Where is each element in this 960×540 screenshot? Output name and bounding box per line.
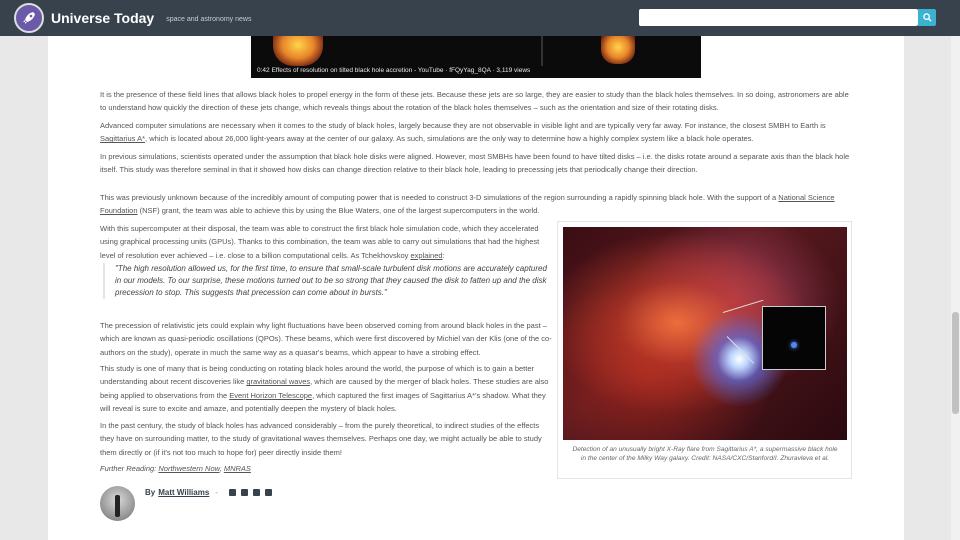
- paragraph-text: Advanced computer simulations are necess…: [100, 121, 826, 130]
- rocket-icon: [23, 12, 35, 24]
- page-scrollbar[interactable]: [951, 36, 960, 540]
- figure-inset: [762, 306, 826, 370]
- video-embed[interactable]: 0:42 Effects of resolution on tilted bla…: [251, 36, 701, 78]
- paragraph-2: Advanced computer simulations are necess…: [100, 119, 850, 146]
- paragraph-text: (NSF) grant, the team was able to achiev…: [137, 206, 540, 216]
- author-byline: By Matt Williams -: [145, 488, 272, 497]
- link-event-horizon-telescope[interactable]: Event Horizon Telescope: [229, 391, 312, 400]
- further-reading-label: Further Reading:: [100, 464, 159, 473]
- link-mnras[interactable]: MNRAS: [224, 464, 251, 473]
- link-northwestern-now[interactable]: Northwestern Now: [158, 464, 219, 473]
- paragraph-3: In previous simulations, scientists oper…: [100, 152, 850, 175]
- video-frame-left: [273, 36, 323, 66]
- site-header: Universe Today space and astronomy news: [0, 0, 960, 36]
- paragraph-6: The precession of relativistic jets coul…: [100, 321, 552, 357]
- video-frame-right: [601, 36, 635, 64]
- scrollbar-thumb[interactable]: [952, 312, 959, 414]
- paragraph-text: , which is located about 26,000 light-ye…: [145, 134, 754, 144]
- search-button[interactable]: [918, 9, 936, 26]
- paragraph-4: This was previously unknown because of t…: [100, 191, 850, 218]
- paragraph-5: With this supercomputer at their disposa…: [100, 222, 554, 262]
- byline-prefix: By: [145, 488, 156, 497]
- author-avatar[interactable]: [100, 486, 135, 521]
- figure-caption: Detection of an unusually bright X-Ray f…: [572, 446, 838, 462]
- twitter-icon[interactable]: [228, 489, 236, 496]
- link-gravitational-waves[interactable]: gravitational waves: [246, 377, 310, 386]
- xray-source: [791, 342, 797, 348]
- video-caption: 0:42 Effects of resolution on tilted bla…: [257, 67, 531, 74]
- author-link[interactable]: Matt Williams: [158, 488, 209, 497]
- site-name[interactable]: Universe Today: [51, 10, 154, 26]
- further-reading: Further Reading: Northwestern Now, MNRAS: [100, 464, 251, 473]
- site-logo[interactable]: [14, 3, 44, 33]
- linkedin-icon[interactable]: [264, 489, 272, 496]
- search-input[interactable]: [639, 9, 918, 26]
- blockquote: "The high resolution allowed us, for the…: [103, 263, 554, 299]
- video-divider: [541, 36, 543, 66]
- paragraph-text: :: [442, 250, 445, 260]
- paragraph-8: In the past century, the study of black …: [100, 421, 542, 457]
- paragraph-7: This study is one of many that is being …: [100, 362, 554, 416]
- link-explained[interactable]: explained: [410, 251, 442, 260]
- site-tagline: space and astronomy news: [166, 16, 252, 23]
- byline-separator: -: [215, 488, 218, 497]
- paragraph-1: It is the presence of these field lines …: [100, 90, 849, 113]
- paragraph-text: This was previously unknown because of t…: [100, 193, 779, 202]
- paragraph-text: With this supercomputer at their disposa…: [100, 224, 540, 260]
- facebook-icon[interactable]: [240, 489, 248, 496]
- avatar-silhouette: [115, 495, 120, 517]
- link-sagittarius[interactable]: Sagittarius A*: [100, 134, 145, 143]
- search-icon: [922, 13, 932, 22]
- rss-icon[interactable]: [252, 489, 260, 496]
